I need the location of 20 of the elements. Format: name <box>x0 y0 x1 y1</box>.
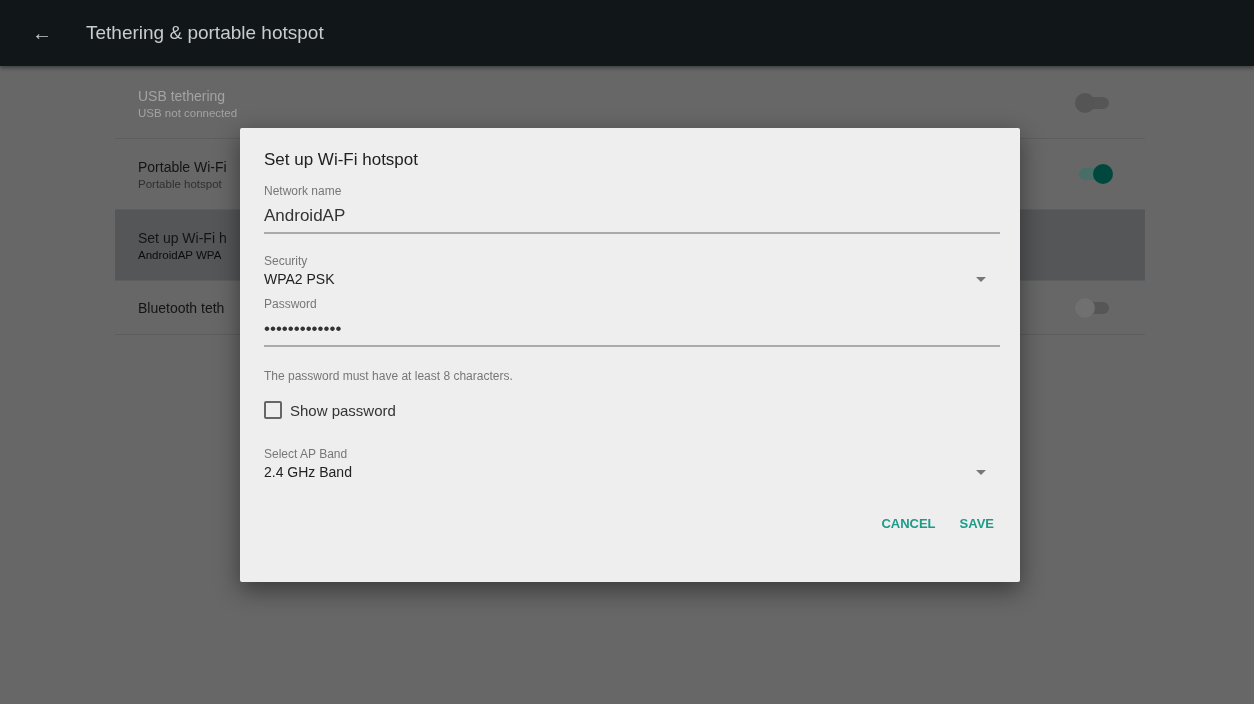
dropdown[interactable]: Security WPA2 PSK <box>264 254 1000 287</box>
caret-icon <box>976 469 986 475</box>
setting-title: USB tethering <box>138 87 227 104</box>
setting-subtitle: USB not connected <box>138 106 238 119</box>
back-button[interactable]: ← <box>32 21 86 45</box>
hint-text: The password must have at least 8 characters. <box>264 369 514 383</box>
caret-icon <box>976 276 986 282</box>
checkbox[interactable] <box>264 401 282 419</box>
setting-title: Portable Wi-Fi <box>138 158 227 175</box>
setting-title: Set up Wi-Fi h <box>138 229 227 246</box>
dialog-title: Set up Wi-Fi hotspot <box>264 150 419 170</box>
setting-subtitle: AndroidAP WPA <box>138 248 223 261</box>
field-label: Password <box>264 297 318 311</box>
app-bar-title: Tethering & portable hotspot <box>86 22 324 44</box>
checkbox-label[interactable]: Show password <box>290 401 396 419</box>
input-field[interactable]: AndroidAP <box>264 198 1000 234</box>
field-label: Network name <box>264 184 343 198</box>
dropdown[interactable]: Select AP Band 2.4 GHz Band <box>264 447 1000 480</box>
input-field[interactable]: ••••••••••••• <box>264 311 1000 347</box>
setting-title: Bluetooth teth <box>138 299 225 316</box>
